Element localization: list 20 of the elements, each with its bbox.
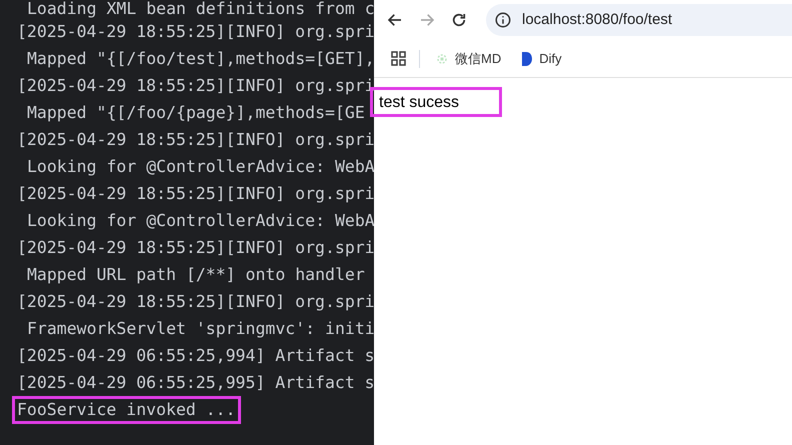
apps-grid-icon[interactable] (391, 51, 406, 66)
log-line: [2025-04-29 18:55:25][INFO] org.spri (17, 290, 374, 312)
log-line: [2025-04-29 18:55:25][INFO] org.spri (17, 182, 374, 204)
log-line: Mapped URL path [/**] onto handler (27, 264, 365, 286)
address-bar[interactable]: localhost:8080/foo/test (486, 4, 792, 36)
info-icon[interactable] (494, 11, 512, 29)
log-line: [2025-04-29 06:55:25,994] Artifact s (17, 344, 374, 366)
log-line: Loading XML bean definitions from c (27, 0, 374, 18)
log-line: FrameworkServlet 'springmvc': initi (27, 318, 374, 340)
url-text: localhost:8080/foo/test (522, 10, 672, 30)
reload-icon[interactable] (450, 11, 468, 29)
log-line: Mapped "{[/foo/{page}],methods=[GE (27, 102, 365, 124)
log-line: [2025-04-29 06:55:25,995] Artifact s (17, 372, 374, 394)
log-line: [2025-04-29 18:55:25][INFO] org.spri (17, 20, 374, 42)
bookmark-item[interactable]: 微信MD (435, 48, 502, 68)
log-line: [2025-04-29 18:55:25][INFO] org.spri (17, 236, 374, 258)
bookmark-item[interactable]: Dify (521, 48, 562, 68)
page-text: test sucess (370, 87, 502, 117)
log-line: [2025-04-29 18:55:25][INFO] org.spri (17, 128, 374, 150)
log-line: Mapped "{[/foo/test],methods=[GET], (27, 48, 374, 70)
